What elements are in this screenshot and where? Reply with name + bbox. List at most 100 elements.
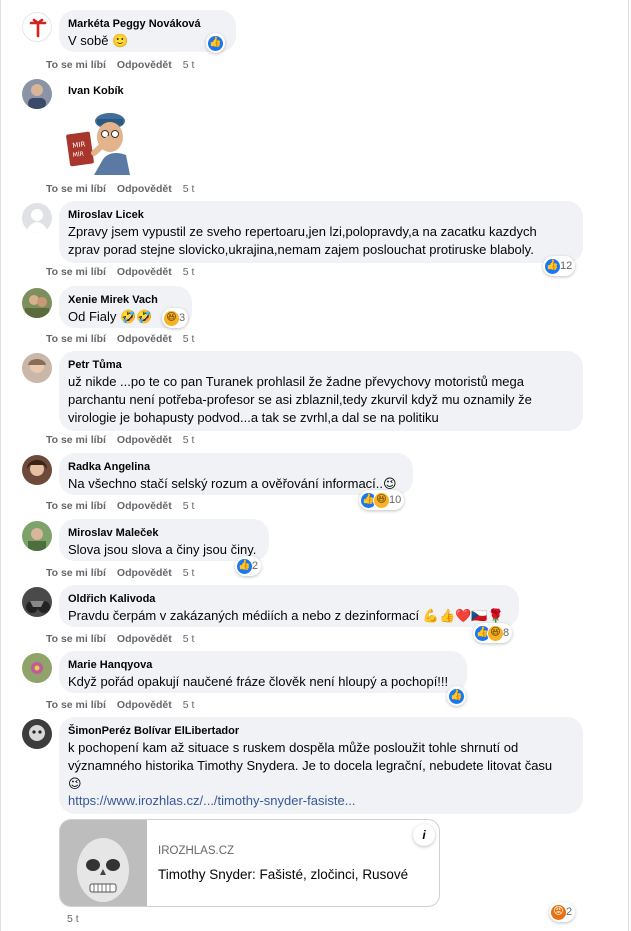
like-button[interactable]: To se mi líbí bbox=[46, 633, 106, 645]
link-preview-title[interactable]: Timothy Snyder: Fašisté, zločinci, Rusov… bbox=[158, 867, 408, 882]
avatar[interactable] bbox=[22, 79, 52, 109]
comment-author[interactable]: Markéta Peggy Nováková bbox=[68, 17, 226, 32]
comment-author[interactable]: Ivan Kobík bbox=[68, 84, 124, 99]
comment-text: V sobě 🙂 bbox=[68, 33, 129, 48]
reply-button[interactable]: Odpovědět bbox=[117, 633, 172, 645]
comment-author[interactable]: Marie Hanqyova bbox=[68, 658, 457, 673]
like-button[interactable]: To se mi líbí bbox=[46, 699, 106, 711]
comment-author[interactable]: Petr Tůma bbox=[68, 358, 573, 373]
avatar[interactable] bbox=[22, 587, 52, 617]
comment-author[interactable]: Miroslav Licek bbox=[68, 208, 573, 223]
haha-icon: 😆 bbox=[163, 309, 180, 327]
reaction-summary[interactable]: 👍 😆 10 bbox=[359, 490, 405, 510]
comment-author[interactable]: Xenie Mirek Vach bbox=[68, 293, 182, 308]
comment-time[interactable]: 5 t bbox=[183, 59, 195, 71]
comment-time[interactable]: 5 t bbox=[183, 567, 195, 579]
reply-button[interactable]: Odpovědět bbox=[117, 333, 172, 345]
comment-text: virologie je bohapusty podvod...a tak se… bbox=[68, 410, 439, 425]
comment-author[interactable]: Radka Angelina bbox=[68, 460, 403, 475]
reaction-count: 3 bbox=[179, 312, 186, 324]
comment-time[interactable]: 5 t bbox=[183, 333, 195, 345]
comment-author[interactable]: Oldřich Kalivoda bbox=[68, 592, 509, 607]
thinking-man-sticker: MIR MÍR bbox=[64, 103, 136, 181]
comment-bubble: ŠimonPeréz Bolívar ElLibertador k pochop… bbox=[59, 717, 583, 814]
comment-link[interactable]: https://www.irozhlas.cz/.../timothy-snyd… bbox=[68, 793, 573, 808]
avatar[interactable] bbox=[22, 719, 52, 749]
like-icon: 👍 bbox=[236, 557, 253, 575]
info-icon[interactable]: i bbox=[413, 824, 435, 846]
avatar[interactable] bbox=[22, 203, 52, 233]
comment-author[interactable]: Miroslav Maleček bbox=[68, 526, 259, 541]
comment-text: Slova jsou slova a činy jsou činy. bbox=[68, 542, 257, 557]
comment-time[interactable]: 5 t bbox=[183, 699, 195, 711]
reply-button[interactable]: Odpovědět bbox=[117, 567, 172, 579]
reply-button[interactable]: Odpovědět bbox=[117, 699, 172, 711]
reaction-count: 12 bbox=[560, 260, 573, 272]
comment-text: významného historika Timothy Snydera. Je… bbox=[68, 758, 553, 773]
reply-button[interactable]: Odpovědět bbox=[117, 434, 172, 446]
reaction-count: 8 bbox=[503, 627, 510, 639]
reply-button[interactable]: Odpovědět bbox=[117, 59, 172, 71]
comment-actions: To se mi líbí Odpovědět 5 t bbox=[46, 434, 205, 446]
reaction-count: 10 bbox=[389, 494, 402, 506]
avatar[interactable] bbox=[22, 653, 52, 683]
like-icon: 👍 bbox=[448, 687, 465, 705]
reply-button[interactable]: Odpovědět bbox=[117, 266, 172, 278]
comment-time[interactable]: 5 t bbox=[183, 266, 195, 278]
like-button[interactable]: To se mi líbí bbox=[46, 567, 106, 579]
comment-time[interactable]: 5 t bbox=[183, 183, 195, 195]
link-preview-image bbox=[60, 820, 147, 906]
comment-actions: To se mi líbí Odpovědět 5 t bbox=[46, 183, 205, 195]
comment-bubble: Petr Tůma už nikde ...po te co pan Turan… bbox=[59, 351, 583, 431]
avatar[interactable] bbox=[22, 455, 52, 485]
comment-actions: To se mi líbí Odpovědět 5 t bbox=[46, 699, 205, 711]
link-preview-card[interactable]: IROZHLAS.CZ Timothy Snyder: Fašisté, zlo… bbox=[59, 819, 440, 907]
link-preview-info: IROZHLAS.CZ Timothy Snyder: Fašisté, zlo… bbox=[158, 845, 408, 882]
comment-text: zprav porad stejne slovicko,ukrajina,nem… bbox=[68, 242, 534, 257]
comment-bubble: Radka Angelina Na všechno stačí selský r… bbox=[59, 453, 413, 495]
comment-text: už nikde ...po te co pan Turanek prohlas… bbox=[68, 374, 524, 389]
avatar[interactable] bbox=[22, 521, 52, 551]
comment-time[interactable]: 5 t bbox=[67, 913, 79, 925]
reaction-summary[interactable]: 😆 3 bbox=[162, 308, 189, 328]
haha-icon: 😆 bbox=[487, 624, 504, 642]
like-button[interactable]: To se mi líbí bbox=[46, 59, 106, 71]
haha-icon: 😆 bbox=[373, 491, 390, 509]
like-icon: 👍 bbox=[207, 34, 224, 52]
comment-text: Pravdu čerpám v zakázaných médiích a neb… bbox=[68, 608, 504, 623]
comment-time[interactable]: 5 t bbox=[183, 633, 195, 645]
comment-actions: To se mi líbí Odpovědět 5 t bbox=[46, 333, 205, 345]
comment-time[interactable]: 5 t bbox=[183, 434, 195, 446]
reaction-summary[interactable]: 👍 😆 8 bbox=[473, 623, 513, 643]
comment-text: 😉 bbox=[68, 776, 82, 791]
comment-text: Když pořád opakují naučené fráze člověk … bbox=[68, 674, 449, 689]
like-button[interactable]: To se mi líbí bbox=[46, 500, 106, 512]
comment-time[interactable]: 5 t bbox=[183, 500, 195, 512]
reaction-count: 2 bbox=[566, 906, 573, 918]
reaction-summary[interactable]: 👍 2 bbox=[235, 556, 262, 576]
like-icon: 👍 bbox=[544, 257, 561, 275]
avatar[interactable] bbox=[22, 353, 52, 383]
comment-author[interactable]: ŠimonPeréz Bolívar ElLibertador bbox=[68, 724, 573, 739]
link-preview-domain: IROZHLAS.CZ bbox=[158, 845, 235, 857]
like-button[interactable]: To se mi líbí bbox=[46, 266, 106, 278]
comment-actions: 5 t bbox=[67, 913, 90, 925]
comment-actions: To se mi líbí Odpovědět 5 t bbox=[46, 59, 205, 71]
comment-bubble: Oldřich Kalivoda Pravdu čerpám v zakázan… bbox=[59, 585, 519, 627]
like-button[interactable]: To se mi líbí bbox=[46, 183, 106, 195]
reaction-summary[interactable]: 👍 bbox=[447, 686, 466, 706]
comment-text: k pochopení kam až situace s ruskem dosp… bbox=[68, 740, 519, 755]
like-button[interactable]: To se mi líbí bbox=[46, 434, 106, 446]
comment-text: Na všechno stačí selský rozum a ověřován… bbox=[68, 476, 397, 491]
left-border bbox=[0, 0, 1, 931]
reaction-summary[interactable]: 👍 bbox=[206, 33, 225, 53]
avatar[interactable] bbox=[22, 288, 52, 318]
comment-bubble: Miroslav Licek Zpravy jsem vypustil ze s… bbox=[59, 201, 583, 263]
avatar[interactable] bbox=[22, 12, 52, 42]
comment-text: parchantu není potřeba-profesor se asi z… bbox=[68, 392, 532, 407]
reaction-summary[interactable]: 👍 12 bbox=[543, 256, 576, 276]
like-button[interactable]: To se mi líbí bbox=[46, 333, 106, 345]
reply-button[interactable]: Odpovědět bbox=[117, 183, 172, 195]
reply-button[interactable]: Odpovědět bbox=[117, 500, 172, 512]
reaction-summary[interactable]: 😡 2 bbox=[549, 902, 576, 922]
